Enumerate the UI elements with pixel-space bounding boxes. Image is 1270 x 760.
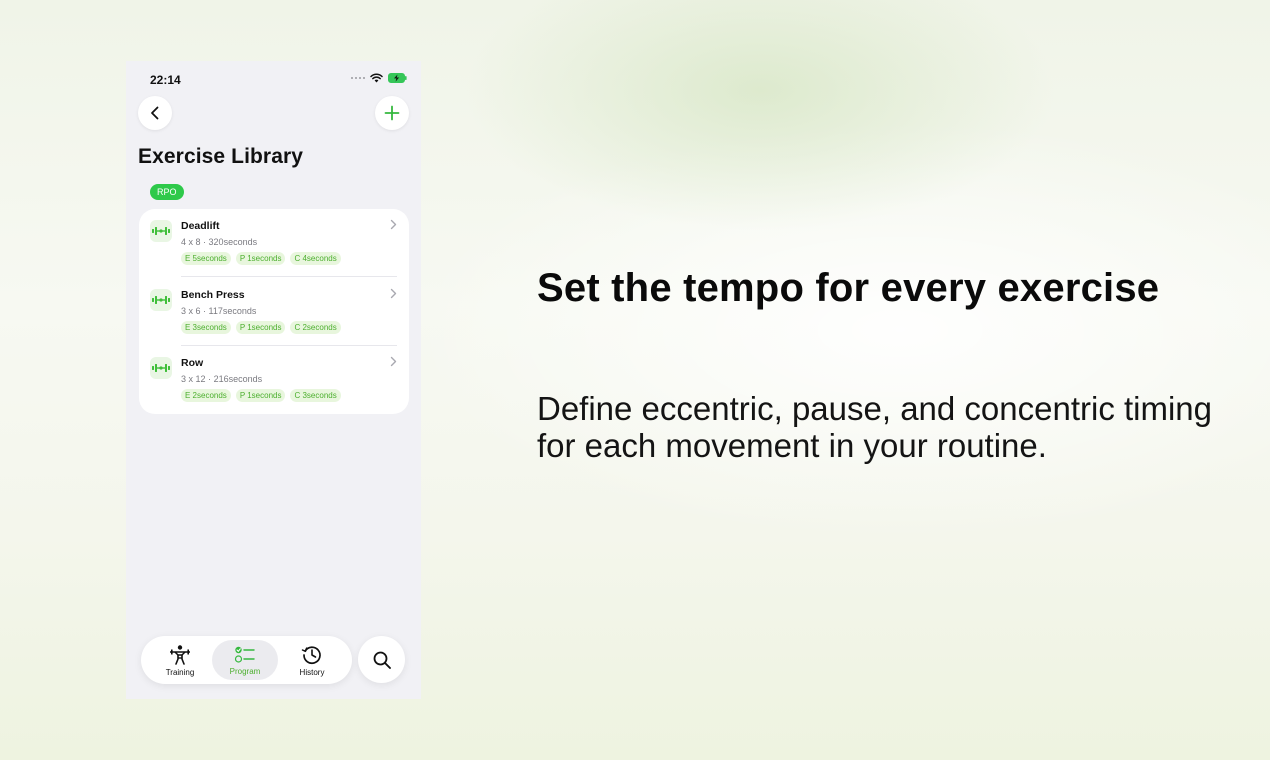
exercise-row-row[interactable]: Row 3 x 12 · 216seconds E 2seconds P 1se… (139, 346, 409, 414)
exercise-name: Row (181, 357, 204, 369)
tab-training[interactable]: Training (147, 640, 213, 680)
exercise-name: Deadlift (181, 220, 220, 232)
dumbbell-icon (150, 357, 172, 379)
search-icon (373, 651, 391, 669)
chevron-right-icon (390, 288, 397, 299)
chevron-left-icon (151, 106, 159, 120)
tempo-pause-tag: P 1seconds (235, 252, 286, 265)
exercise-meta: 4 x 8 · 320seconds (181, 237, 258, 247)
clock-history-icon (301, 645, 321, 664)
phone-screen: 22:14 Exercise Library RPO Deadlift 4 x … (126, 61, 421, 699)
chevron-right-icon (390, 356, 397, 367)
back-button[interactable] (138, 96, 172, 130)
tab-label: Program (229, 666, 261, 676)
exercise-name: Bench Press (181, 289, 245, 301)
exercise-row-bench-press[interactable]: Bench Press 3 x 6 · 117seconds E 3second… (139, 278, 409, 346)
add-exercise-button[interactable] (375, 96, 409, 130)
status-bar: 22:14 (126, 61, 421, 97)
tab-bar: Training Program History (141, 636, 352, 684)
tempo-tags: E 5seconds P 1seconds C 4seconds (181, 252, 341, 265)
tempo-eccentric-tag: E 3seconds (181, 321, 231, 334)
tempo-concentric-tag: C 2seconds (290, 321, 341, 334)
tempo-eccentric-tag: E 5seconds (181, 252, 231, 265)
tab-label: History (299, 667, 325, 677)
status-icons (351, 73, 407, 83)
tempo-concentric-tag: C 4seconds (290, 252, 341, 265)
battery-charging-icon (388, 73, 407, 83)
weightlifter-icon (170, 644, 190, 665)
tempo-eccentric-tag: E 2seconds (181, 389, 231, 402)
page-title: Exercise Library (138, 145, 304, 168)
dumbbell-icon (150, 220, 172, 242)
dumbbell-icon (150, 289, 172, 311)
signal-icon (351, 77, 365, 79)
tab-program[interactable]: Program (212, 640, 278, 680)
tempo-tags: E 2seconds P 1seconds C 3seconds (181, 389, 341, 402)
tempo-concentric-tag: C 3seconds (290, 389, 341, 402)
exercise-meta: 3 x 6 · 117seconds (181, 306, 257, 316)
program-badge[interactable]: RPO (150, 184, 184, 200)
wifi-icon (370, 73, 383, 83)
exercise-meta: 3 x 12 · 216seconds (181, 374, 263, 384)
tab-label: Training (165, 667, 195, 677)
marketing-headline: Set the tempo for every exercise (537, 266, 1160, 310)
plus-icon (384, 105, 400, 121)
checklist-icon (234, 646, 255, 663)
tempo-pause-tag: P 1seconds (235, 389, 286, 402)
search-button[interactable] (358, 636, 405, 683)
exercise-row-deadlift[interactable]: Deadlift 4 x 8 · 320seconds E 5seconds P… (139, 209, 409, 277)
tempo-tags: E 3seconds P 1seconds C 2seconds (181, 321, 341, 334)
marketing-subcopy: Define eccentric, pause, and concentric … (537, 390, 1213, 464)
chevron-right-icon (390, 219, 397, 230)
row-divider (181, 276, 397, 277)
exercise-list: Deadlift 4 x 8 · 320seconds E 5seconds P… (139, 209, 409, 414)
tempo-pause-tag: P 1seconds (235, 321, 286, 334)
tab-history[interactable]: History (279, 640, 345, 680)
status-time: 22:14 (150, 73, 181, 87)
